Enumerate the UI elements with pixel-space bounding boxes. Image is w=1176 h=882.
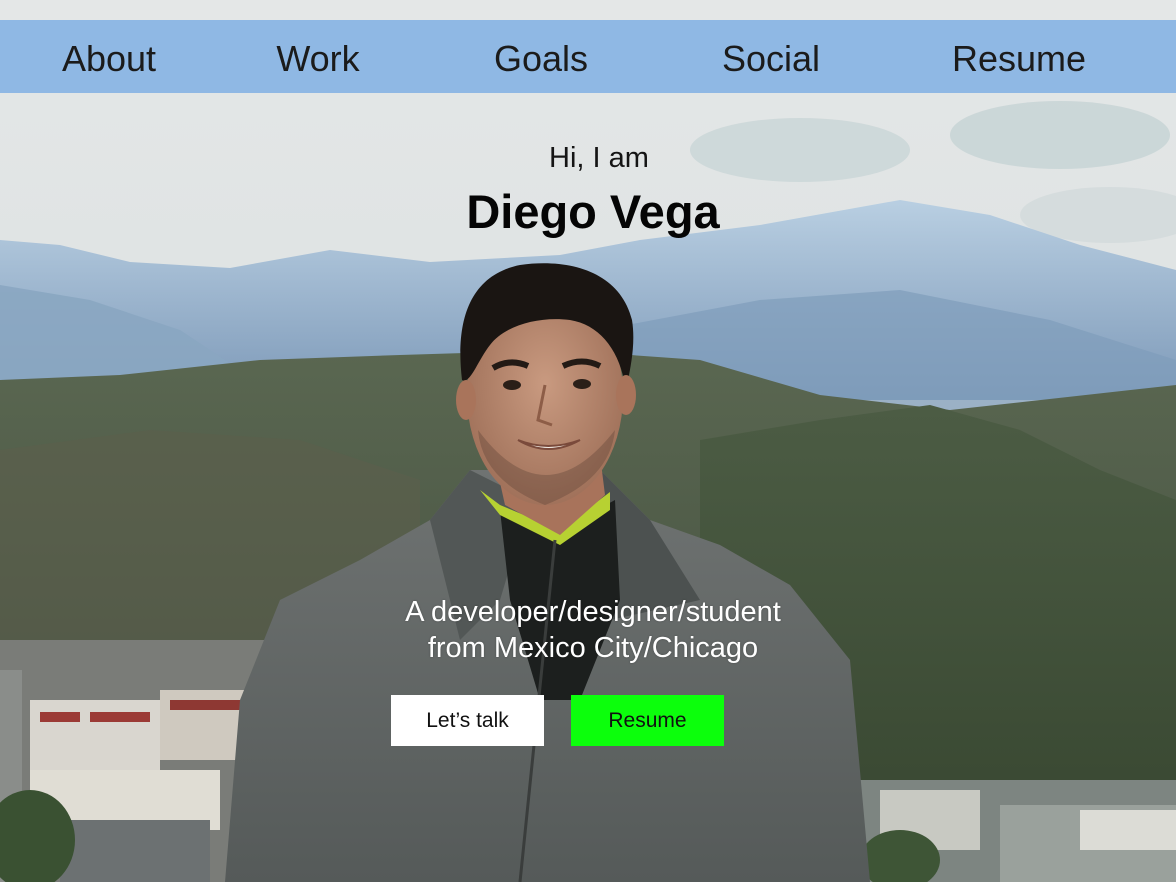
- hero-tagline: A developer/designer/student from Mexico…: [0, 594, 1176, 666]
- nav-work[interactable]: Work: [276, 20, 359, 93]
- hero-name: Diego Vega: [466, 185, 720, 238]
- tagline-line-1: A developer/designer/student: [405, 596, 781, 628]
- nav-social[interactable]: Social: [722, 20, 820, 93]
- tagline-line-2: from Mexico City/Chicago: [427, 632, 759, 664]
- top-nav: About Work Goals Social Resume: [0, 20, 1176, 93]
- nav-resume[interactable]: Resume: [952, 20, 1086, 93]
- lets-talk-button[interactable]: Let’s talk: [391, 695, 544, 746]
- nav-about[interactable]: About: [62, 20, 156, 93]
- hero-greeting: Hi, I am: [549, 142, 649, 174]
- resume-button[interactable]: Resume: [571, 695, 724, 746]
- hero-background-photo: [0, 0, 1176, 882]
- nav-goals[interactable]: Goals: [494, 20, 588, 93]
